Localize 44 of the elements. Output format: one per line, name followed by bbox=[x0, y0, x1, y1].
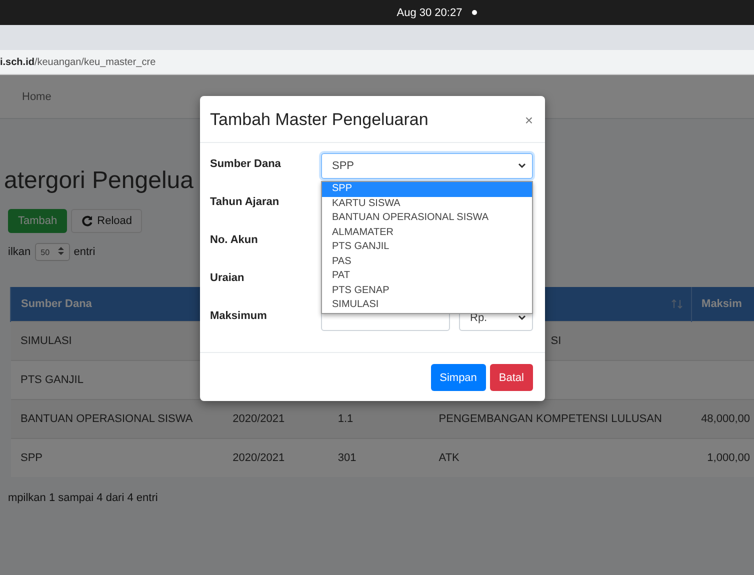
up-down-arrows-icon bbox=[58, 247, 64, 255]
save-button[interactable]: Simpan bbox=[430, 364, 486, 391]
dropdown-option[interactable]: KARTU SISWA bbox=[322, 196, 532, 211]
close-button[interactable]: × bbox=[524, 112, 533, 128]
cancel-button[interactable]: Batal bbox=[490, 364, 533, 391]
table-cell: PTS GANJIL bbox=[20, 374, 84, 386]
dropdown-option[interactable]: PAT bbox=[322, 269, 532, 284]
table-cell: SI bbox=[550, 334, 562, 346]
table-cell: 301 bbox=[338, 452, 356, 464]
table-cell: 1.1 bbox=[338, 412, 354, 424]
field-label: Sumber Dana bbox=[210, 157, 282, 172]
dropdown-option[interactable]: PAS bbox=[322, 254, 532, 269]
page-length-select[interactable]: 50 bbox=[34, 243, 70, 261]
table-cell: 1,000,00 bbox=[707, 452, 750, 464]
table-cell: 2020/2021 bbox=[232, 412, 285, 424]
table-cell: BANTUAN OPERASIONAL SISWA bbox=[20, 412, 193, 424]
source-select[interactable]: SPP bbox=[321, 153, 533, 179]
table-info-text: mpilkan 1 sampai 4 dari 4 entri bbox=[8, 492, 159, 504]
table-cell: SPP bbox=[20, 452, 43, 464]
table-cell: 2020/2021 bbox=[232, 452, 285, 464]
field-label: Tahun Ajaran bbox=[210, 195, 280, 210]
clock-text: Aug 30 20:27 bbox=[396, 6, 462, 18]
field-label: Uraian bbox=[210, 271, 246, 286]
show-label: ilkan bbox=[8, 246, 31, 258]
table-cell: PENGEMBANGAN KOMPETENSI LULUSAN bbox=[438, 412, 662, 424]
address-bar[interactable]: i.sch.id/keuangan/keu_master_cre bbox=[0, 50, 754, 75]
dialog-title: Tambah Master Pengeluaran bbox=[210, 110, 428, 130]
sort-icon[interactable] bbox=[670, 299, 683, 309]
chevron-down-icon bbox=[518, 163, 526, 169]
page-title: atergori Pengelua bbox=[4, 167, 194, 195]
refresh-icon bbox=[81, 215, 94, 227]
field-label: No. Akun bbox=[210, 233, 259, 248]
entries-label: entri bbox=[74, 246, 96, 258]
dropdown-option[interactable]: PTS GANJIL bbox=[322, 240, 532, 254]
dropdown-option[interactable]: BANTUAN OPERASIONAL SISWA bbox=[322, 211, 532, 226]
dropdown-option[interactable]: PTS GENAP bbox=[322, 284, 532, 298]
field-label: Maksimum bbox=[210, 309, 268, 324]
table-cell: ATK bbox=[438, 452, 460, 464]
table-cell: SIMULASI bbox=[20, 334, 72, 346]
dropdown-option[interactable]: ALMAMATER bbox=[322, 226, 532, 240]
reload-button[interactable]: Reload bbox=[71, 209, 142, 233]
status-dot-icon bbox=[472, 10, 478, 15]
table-cell: 48,000,00 bbox=[701, 412, 750, 424]
chevron-down-icon bbox=[518, 315, 526, 321]
